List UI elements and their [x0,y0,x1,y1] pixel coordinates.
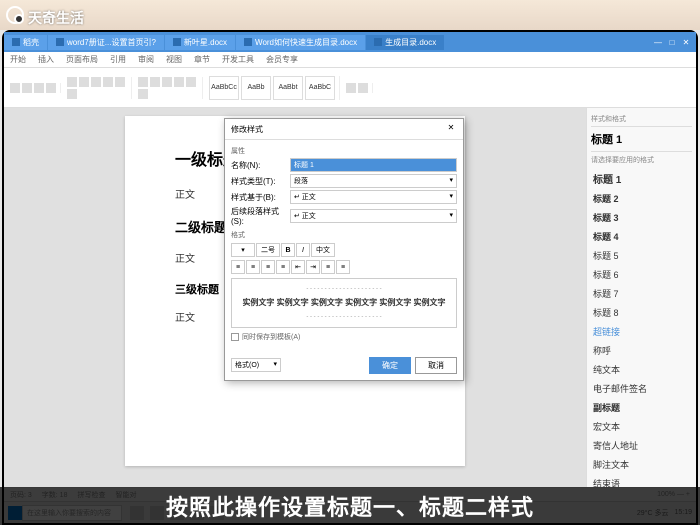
menu-section[interactable]: 章节 [194,54,210,65]
spacing2-icon[interactable]: ≡ [336,260,350,274]
next-select[interactable]: ↵ 正文 [290,209,457,223]
style-item[interactable]: 电子邮件签名 [591,379,692,398]
style-item[interactable]: 脚注文本 [591,455,692,474]
style-normal[interactable]: AaBbCc [209,76,239,100]
name-label: 名称(N): [231,160,286,171]
tutorial-subtitle: 按照此操作设置标题一、标题二样式 [0,487,700,525]
format-dropdown[interactable]: 格式(O) [231,358,281,372]
align-left-icon[interactable]: ≡ [231,260,245,274]
modify-style-dialog: 修改样式 ✕ 属性 名称(N): 标题 1 样式类型(T): 段落 样式基于(B… [224,118,464,381]
bold-btn[interactable]: B [281,243,295,257]
next-label: 后续段落样式(S): [231,206,286,226]
type-select[interactable]: 段落 [290,174,457,188]
style-h3[interactable]: AaBbC [305,76,335,100]
name-input[interactable]: 标题 1 [290,158,457,172]
ok-button[interactable]: 确定 [369,357,411,374]
font-select[interactable]: ▾ [231,243,255,257]
tab-doc4[interactable]: 生成目录.docx [366,35,444,50]
style-h1[interactable]: AaBb [241,76,271,100]
menu-start[interactable]: 开始 [10,54,26,65]
style-item[interactable]: 标题 6 [591,265,692,284]
align-right-icon[interactable]: ≡ [261,260,275,274]
tab-home[interactable]: 稻壳 [4,35,47,50]
ribbon-toolbar: AaBbCc AaBb AaBbt AaBbC [4,68,696,108]
style-item[interactable]: 寄信人地址 [591,436,692,455]
section-format: 格式 [231,230,457,240]
watermark-text: 天奇生活 [28,8,84,28]
tab-doc3[interactable]: Word如何快速生成目录.docx [236,35,365,50]
panel-header: 样式和格式 [591,112,692,127]
style-item[interactable]: 标题 2 [591,189,692,208]
menu-vip[interactable]: 会员专享 [266,54,298,65]
style-item[interactable]: 标题 3 [591,208,692,227]
minimize-icon[interactable]: — [652,36,664,48]
panel-instruction: 请选择要应用的格式 [591,152,692,168]
watermark-logo-icon [6,6,24,24]
close-icon[interactable]: ✕ [680,36,692,48]
style-item[interactable]: 称呼 [591,341,692,360]
menu-ref[interactable]: 引用 [110,54,126,65]
style-item[interactable]: 副标题 [591,398,692,417]
style-item[interactable]: 超链接 [591,322,692,341]
cancel-button[interactable]: 取消 [415,357,457,374]
style-item[interactable]: 宏文本 [591,417,692,436]
ribbon-menu: 开始 插入 页面布局 引用 审阅 视图 章节 开发工具 会员专享 [4,52,696,68]
italic-btn[interactable]: I [296,243,310,257]
tab-doc1[interactable]: word7册证...设置首页引? [48,35,164,50]
indent-inc-icon[interactable]: ⇥ [306,260,320,274]
save-template-checkbox[interactable] [231,333,239,341]
style-item[interactable]: 标题 8 [591,303,692,322]
styles-panel: 样式和格式 标题 1 请选择要应用的格式 标题 1标题 2标题 3标题 4标题 … [586,108,696,487]
style-preview: - - - - - - - - - - - - - - - - - - - - … [231,278,457,328]
style-item[interactable]: 标题 7 [591,284,692,303]
menu-layout[interactable]: 页面布局 [66,54,98,65]
style-item[interactable]: 纯文本 [591,360,692,379]
menu-review[interactable]: 审阅 [138,54,154,65]
style-item[interactable]: 标题 5 [591,246,692,265]
indent-dec-icon[interactable]: ⇤ [291,260,305,274]
menu-insert[interactable]: 插入 [38,54,54,65]
tab-doc2[interactable]: 新叶星.docx [165,35,235,50]
style-h2[interactable]: AaBbt [273,76,303,100]
base-label: 样式基于(B): [231,192,286,203]
current-style: 标题 1 [591,127,692,152]
maximize-icon[interactable]: □ [666,36,678,48]
spacing1-icon[interactable]: ≡ [321,260,335,274]
style-item[interactable]: 结束语 [591,474,692,487]
align-center-icon[interactable]: ≡ [246,260,260,274]
dialog-title-text: 修改样式 [231,124,263,135]
style-item[interactable]: 标题 4 [591,227,692,246]
style-item[interactable]: 标题 1 [591,168,692,189]
document-tabs: 稻壳 word7册证...设置首页引? 新叶星.docx Word如何快速生成目… [4,32,696,52]
type-label: 样式类型(T): [231,176,286,187]
dialog-close-icon[interactable]: ✕ [445,123,457,135]
lang-select[interactable]: 中文 [311,243,335,257]
menu-view[interactable]: 视图 [166,54,182,65]
align-justify-icon[interactable]: ≡ [276,260,290,274]
base-select[interactable]: ↵ 正文 [290,190,457,204]
menu-dev[interactable]: 开发工具 [222,54,254,65]
size-select[interactable]: 二号 [256,243,280,257]
section-attributes: 属性 [231,146,457,156]
checkbox-label: 同时保存到模板(A) [242,332,300,342]
